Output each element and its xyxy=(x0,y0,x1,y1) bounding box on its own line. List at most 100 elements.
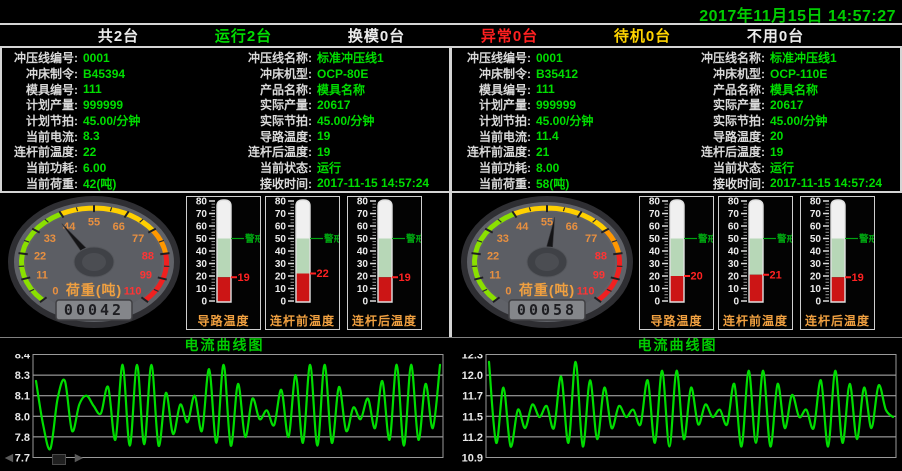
info-value: 8.00 xyxy=(531,161,679,175)
info-label: 产品名称: xyxy=(679,81,765,98)
status-standby: 待机0台 xyxy=(614,25,671,46)
thermo-tick-label: 40 xyxy=(357,247,369,258)
info-value: 标准冲压线1 xyxy=(312,49,447,66)
info-label: 冲压线名称: xyxy=(679,49,765,66)
thermo-fill-value xyxy=(831,277,845,302)
info-value: 45.00/分钟 xyxy=(531,112,679,129)
info-value: 45.00/分钟 xyxy=(765,112,900,129)
thermometer-3: 01020304050607080警戒19连杆后温度 xyxy=(800,196,875,330)
info-value: 45.00/分钟 xyxy=(312,112,447,129)
thermo-tick-label: 20 xyxy=(275,272,287,283)
info-label: 连杆后温度: xyxy=(226,143,312,160)
thermo-tick-label: 80 xyxy=(728,197,740,208)
info-label: 计划产量: xyxy=(2,96,78,113)
gauge-unit-label: 荷重(吨) xyxy=(518,282,575,298)
thermo-tick-label: 60 xyxy=(357,222,369,233)
thermometer-svg: 01020304050607080警戒19 xyxy=(801,197,874,309)
nav-forward-icon[interactable]: ► xyxy=(72,450,86,464)
info-value: B35412 xyxy=(531,67,679,81)
thermo-warning-label: 警戒 xyxy=(406,233,421,245)
chart-ytick-label: 12.3 xyxy=(462,354,483,362)
thermo-tick-label: 70 xyxy=(196,209,208,220)
thermo-tick-label: 30 xyxy=(728,259,740,270)
info-value: 20617 xyxy=(312,98,447,112)
gauge-tick-label: 0 xyxy=(52,286,58,298)
info-value: 19 xyxy=(765,145,900,159)
thermo-tick-label: 50 xyxy=(728,234,740,245)
status-abnormal: 异常0台 xyxy=(481,25,538,46)
info-label: 计划产量: xyxy=(455,96,531,113)
thermo-tick-label: 30 xyxy=(649,259,661,270)
thermo-tick-label: 60 xyxy=(196,222,208,233)
gauge-tick-label: 88 xyxy=(142,251,154,263)
chart-ytick-label: 12.0 xyxy=(462,370,483,382)
gauge-hub-center xyxy=(82,253,106,271)
thermo-name: 导路温度 xyxy=(187,312,260,329)
chart-ytick-label: 11.7 xyxy=(462,391,483,403)
gauge-tick-label: 88 xyxy=(595,251,607,263)
thermo-tick-label: 70 xyxy=(649,209,661,220)
info-label: 当前功耗: xyxy=(455,159,531,176)
gauge-tick xyxy=(472,253,481,254)
nav-slide-icon[interactable] xyxy=(52,454,66,465)
info-value: 20 xyxy=(765,129,900,143)
thermo-fill xyxy=(217,199,231,302)
info-label: 模具编号: xyxy=(455,81,531,98)
nav-back-icon[interactable]: ◄ xyxy=(2,450,16,464)
thermo-tick-label: 50 xyxy=(275,234,287,245)
thermo-tick-label: 0 xyxy=(362,297,368,308)
status-mold-change: 换模0台 xyxy=(348,25,405,46)
thermometer-2: 01020304050607080警戒21连杆前温度 xyxy=(718,196,793,330)
statusbar: 共2台运行2台换模0台异常0台待机0台不用0台 xyxy=(0,25,902,46)
chart-ytick-label: 7.8 xyxy=(15,432,30,444)
thermo-warning-label: 警戒 xyxy=(698,233,713,245)
thermo-fill-value xyxy=(296,274,310,303)
gauge-tick-label: 11 xyxy=(489,270,501,282)
thermo-warning-label: 警戒 xyxy=(777,233,792,245)
thermo-tick-label: 50 xyxy=(649,234,661,245)
thermo-tick-label: 40 xyxy=(196,247,208,258)
gauge-tick-label: 99 xyxy=(593,270,605,282)
machine-panel-1: 冲压线编号:0001冲压线名称:标准冲压线1冲床制令:B45394冲床机型:OC… xyxy=(0,48,449,471)
thermo-fill-mid xyxy=(217,239,231,278)
thermo-tick-label: 0 xyxy=(201,297,207,308)
thermo-warning-label: 警戒 xyxy=(859,233,874,245)
thermo-fill-value xyxy=(217,277,231,302)
info-value: 42(吨) xyxy=(78,175,226,192)
thermo-fill-value xyxy=(749,275,763,302)
info-value: B45394 xyxy=(78,67,226,81)
info-label: 冲压线编号: xyxy=(455,49,531,66)
gauge-tick-label: 77 xyxy=(585,233,597,245)
chart-ytick-label: 8.4 xyxy=(15,354,31,362)
info-label: 导路温度: xyxy=(679,128,765,145)
thermo-tick-label: 40 xyxy=(728,247,740,258)
thermo-tick-label: 80 xyxy=(810,197,822,208)
thermo-tick-label: 70 xyxy=(810,209,822,220)
machine-info: 冲压线编号:0001冲压线名称:标准冲压线1冲床制令:B45394冲床机型:OC… xyxy=(2,50,447,191)
thermometer-2: 01020304050607080警戒22连杆前温度 xyxy=(265,196,340,330)
thermo-name: 连杆前温度 xyxy=(719,312,792,329)
thermo-value: 20 xyxy=(691,271,703,283)
thermo-fill-top xyxy=(217,199,231,239)
hmi-dashboard: 2017年11月15日 14:57:27 共2台运行2台换模0台异常0台待机0台… xyxy=(0,0,902,471)
gauge-tick-label: 0 xyxy=(505,286,511,298)
thermo-tick-label: 30 xyxy=(196,259,208,270)
thermo-tick-label: 80 xyxy=(196,197,208,208)
thermometer-svg: 01020304050607080警戒22 xyxy=(266,197,339,309)
thermo-tick-label: 0 xyxy=(815,297,821,308)
thermo-tick-label: 10 xyxy=(649,284,661,295)
thermo-tick-label: 60 xyxy=(810,222,822,233)
thermo-tick-label: 0 xyxy=(654,297,660,308)
thermo-fill-value xyxy=(670,276,684,302)
thermo-fill-top xyxy=(670,199,684,239)
info-value: OCP-80E xyxy=(312,67,447,81)
chart-title: 电流曲线图 xyxy=(0,338,449,354)
thermo-fill-mid xyxy=(378,239,392,278)
info-label: 实际节拍: xyxy=(226,112,312,129)
chart-ytick-label: 11.2 xyxy=(462,432,483,444)
divider-under-gauges xyxy=(0,337,902,338)
info-value: 19 xyxy=(312,145,447,159)
info-value: 8.3 xyxy=(78,129,226,143)
thermo-fill-mid xyxy=(831,239,845,278)
info-label: 连杆前温度: xyxy=(2,143,78,160)
